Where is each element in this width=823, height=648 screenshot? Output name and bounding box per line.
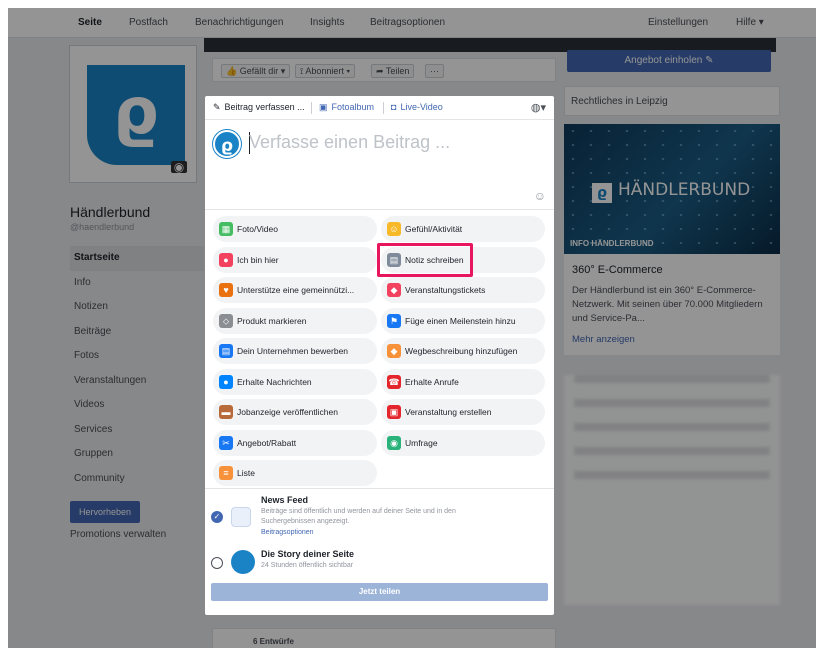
directions-icon: ◆: [387, 344, 401, 358]
share-now-button[interactable]: Jetzt teilen: [211, 583, 548, 601]
news-feed-description: Beiträge sind öffentlich und werden auf …: [261, 508, 456, 525]
briefcase-icon: ▬: [219, 405, 233, 419]
highlight-box: [377, 242, 473, 277]
calendar-icon: ▣: [387, 405, 401, 419]
heart-icon: ♥: [219, 283, 233, 297]
story-avatar: [231, 550, 255, 574]
pencil-icon: ✎: [213, 102, 221, 112]
photo-icon: ▦: [219, 222, 233, 236]
option-tag[interactable]: ⬦ Produkt markieren: [213, 307, 377, 334]
list-icon: ≡: [219, 466, 233, 480]
option-briefcase[interactable]: ▬ Jobanzeige veröffentlichen: [213, 399, 377, 425]
option-label: Erhalte Anrufe: [405, 376, 459, 387]
audience-globe-icon[interactable]: ◍▾: [531, 101, 546, 114]
post-options-grid: ▦ Foto/Video ☺ Gefühl/Aktivität ● Ich bin hie…: [205, 210, 554, 490]
option-label: Wegbeschreibung hinzufügen: [405, 346, 518, 356]
option-label: Umfrage: [405, 437, 438, 448]
poll-icon: ◉: [387, 435, 401, 450]
option-flag[interactable]: ⚑ Füge einen Meilenstein hinzu: [381, 307, 545, 334]
option-calendar[interactable]: ▣ Veranstaltung erstellen: [381, 399, 545, 425]
option-label: Ich bin hier: [237, 254, 279, 265]
option-messenger[interactable]: ● Erhalte Nachrichten: [213, 368, 377, 395]
option-poll[interactable]: ◉ Umfrage: [381, 429, 545, 456]
tab-photo-album[interactable]: ▣ Fotoalbum: [319, 102, 374, 113]
option-offer[interactable]: ✂ Angebot/Rabatt: [213, 429, 377, 456]
option-label: Veranstaltung erstellen: [405, 407, 492, 417]
emoji-icon[interactable]: ☺: [534, 189, 546, 203]
option-emoji[interactable]: ☺ Gefühl/Aktivität: [381, 216, 545, 242]
option-photo[interactable]: ▦ Foto/Video: [213, 216, 377, 242]
post-composer-modal: ✎ Beitrag verfassen ... ▣ Fotoalbum ◘ Live-…: [205, 96, 554, 615]
option-megaphone[interactable]: ▤ Dein Unternehmen bewerben: [213, 338, 377, 364]
megaphone-icon: ▤: [219, 344, 233, 358]
offer-icon: ✂: [219, 435, 233, 450]
option-list[interactable]: ≡ Liste: [213, 460, 377, 486]
phone-icon: ☎: [387, 374, 401, 389]
ticket-icon: ◆: [387, 283, 401, 297]
option-label: Produkt markieren: [237, 315, 307, 326]
post-options-link[interactable]: Beitragsoptionen: [261, 529, 314, 536]
tag-icon: ⬦: [219, 313, 233, 328]
messenger-icon: ●: [219, 374, 233, 389]
story-title: Die Story deiner Seite: [261, 549, 355, 559]
option-ticket[interactable]: ◆ Veranstaltungstickets: [381, 277, 545, 303]
flag-icon: ⚑: [387, 313, 401, 328]
tab-live-video[interactable]: ◘ Live-Video: [391, 102, 443, 112]
option-label: Unterstütze eine gemeinnützi...: [237, 285, 355, 295]
news-feed-title: News Feed: [261, 495, 309, 505]
option-location-pin[interactable]: ● Ich bin hier: [213, 246, 377, 273]
option-label: Angebot/Rabatt: [237, 437, 297, 448]
option-directions[interactable]: ◆ Wegbeschreibung hinzufügen: [381, 338, 545, 364]
option-heart[interactable]: ♥ Unterstütze eine gemeinnützi...: [213, 277, 377, 303]
post-text-input[interactable]: Verfasse einen Beitrag ...: [249, 132, 450, 153]
emoji-icon: ☺: [387, 222, 401, 236]
option-label: Gefühl/Aktivität: [405, 224, 463, 234]
option-label: Liste: [237, 468, 255, 478]
option-phone[interactable]: ☎ Erhalte Anrufe: [381, 368, 545, 395]
story-radio[interactable]: [211, 557, 223, 569]
story-description: 24 Stunden öffentlich sichtbar: [261, 562, 354, 569]
photo-album-icon: ▣: [319, 102, 328, 112]
option-label: Foto/Video: [237, 224, 278, 234]
video-camera-icon: ◘: [391, 102, 397, 112]
option-label: Jobanzeige veröffentlichen: [237, 407, 338, 417]
audience-section: ✓ News Feed Beiträge sind öffentlich und…: [205, 488, 554, 615]
news-feed-icon: [231, 507, 251, 527]
page-avatar: ϱ: [213, 130, 241, 158]
option-label: Dein Unternehmen bewerben: [237, 346, 349, 356]
composer-tabs: ✎ Beitrag verfassen ... ▣ Fotoalbum ◘ Live-…: [205, 96, 554, 120]
location-pin-icon: ●: [219, 252, 233, 267]
news-feed-checkbox[interactable]: ✓: [211, 511, 223, 523]
tab-write-post[interactable]: ✎ Beitrag verfassen ...: [213, 102, 305, 113]
option-label: Veranstaltungstickets: [405, 285, 486, 295]
option-label: Füge einen Meilenstein hinzu: [405, 315, 516, 326]
option-label: Erhalte Nachrichten: [237, 376, 312, 387]
composer-area[interactable]: ϱ Verfasse einen Beitrag ... ☺: [205, 120, 554, 210]
